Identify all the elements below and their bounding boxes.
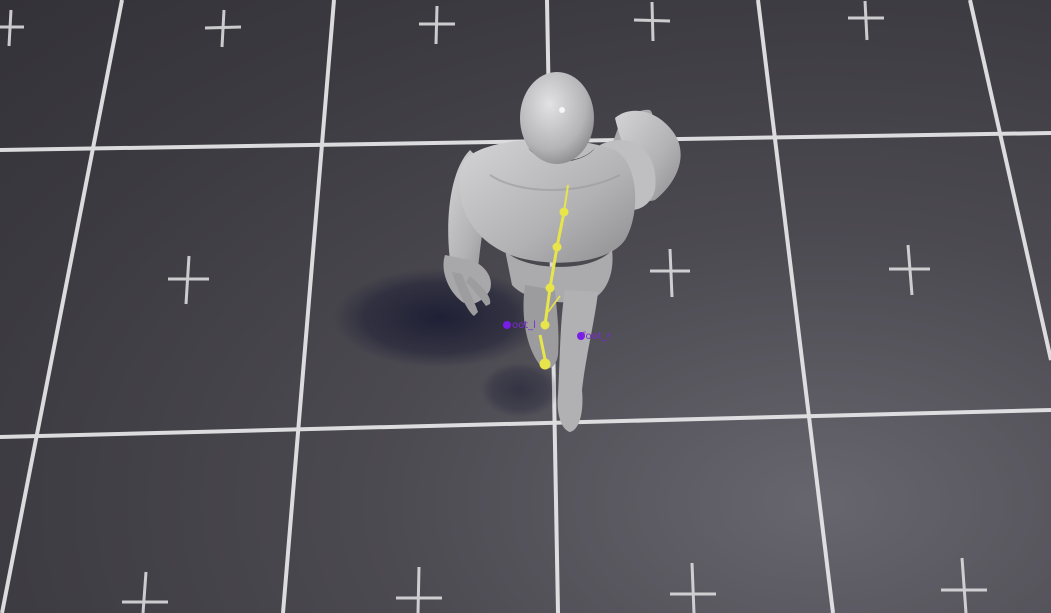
plus-marker-icon xyxy=(122,571,168,613)
plus-marker-icon xyxy=(204,9,242,48)
bone-label-text: foot_r xyxy=(582,331,611,342)
plus-marker-icon xyxy=(848,0,884,41)
plus-marker-icon xyxy=(889,244,930,296)
bone-label-foot-r[interactable]: foot_r xyxy=(577,331,611,343)
plus-marker-icon xyxy=(0,9,24,47)
plus-marker-icon xyxy=(650,248,690,298)
viewport-scene xyxy=(0,0,1051,613)
plus-marker-icon xyxy=(670,562,716,613)
mannequin-character[interactable] xyxy=(443,72,681,432)
grid-line-vertical xyxy=(281,0,336,613)
plus-marker-icon xyxy=(396,566,442,613)
bone-label-text: oot_l xyxy=(512,320,536,331)
plus-marker-icon xyxy=(419,5,455,45)
bone-joint xyxy=(540,320,550,330)
bone-joint xyxy=(545,283,555,293)
bone-joint xyxy=(552,242,562,252)
plus-marker-icon xyxy=(168,255,209,305)
viewport[interactable]: oot_l foot_r xyxy=(0,0,1051,613)
grid-line-vertical xyxy=(756,0,835,613)
bone-joint xyxy=(559,207,569,217)
plus-marker-icon xyxy=(633,1,671,42)
bone-label-foot-l[interactable]: oot_l xyxy=(503,320,536,332)
grid-line-vertical xyxy=(968,0,1051,361)
grid-line-vertical xyxy=(0,0,124,613)
bone-dot-icon xyxy=(503,321,511,329)
plus-marker-icon xyxy=(941,557,987,613)
bone-joint xyxy=(539,358,551,370)
